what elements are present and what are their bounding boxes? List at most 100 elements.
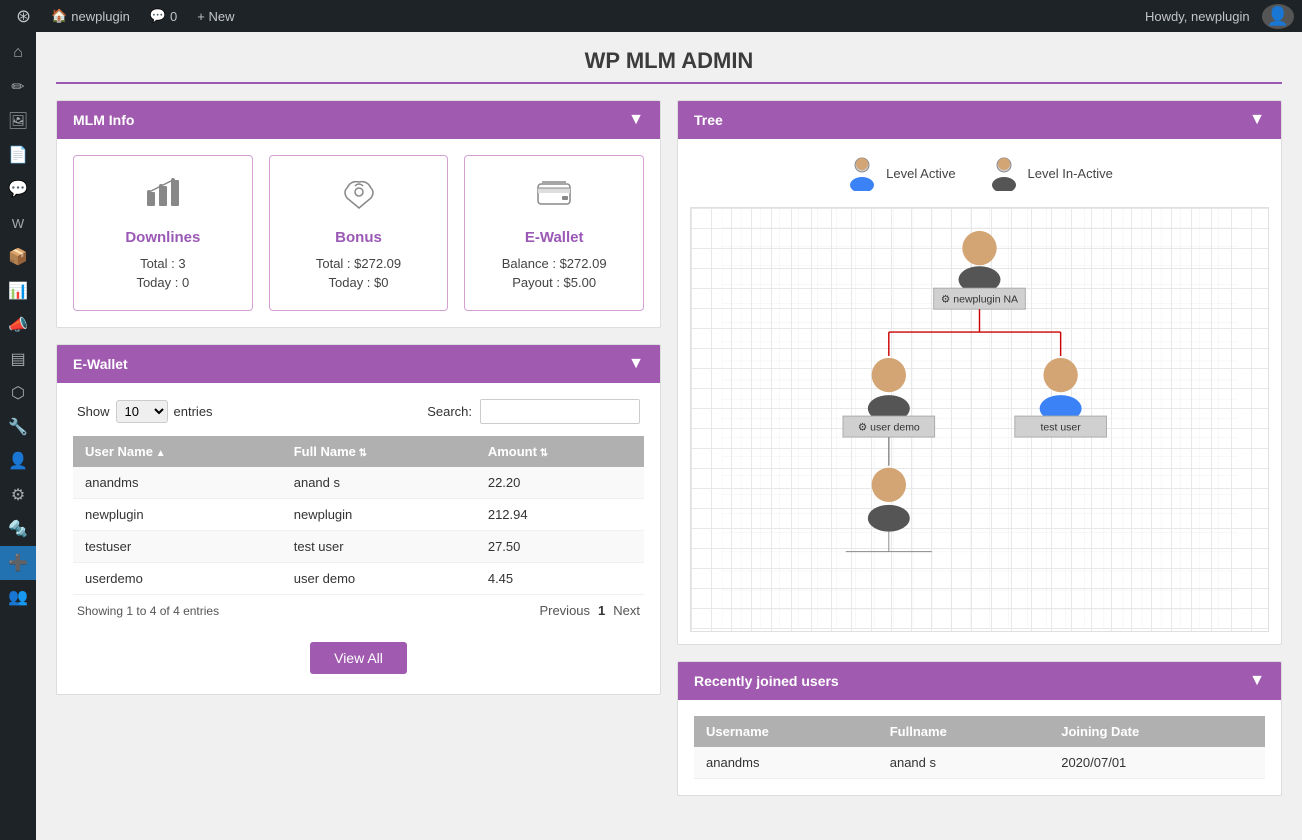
ewallet-payout: Payout : $5.00 [481,275,627,290]
sidebar-item-comments[interactable]: 💬 [0,172,36,206]
recent-fullname: anand s [878,747,1049,779]
comments-icon: 💬 [150,8,166,24]
col-username[interactable]: User Name [73,436,282,467]
col-amount[interactable]: Amount [476,436,644,467]
recent-table-head: Username Fullname Joining Date [694,716,1265,747]
ewallet-panel-title: E-Wallet [73,356,128,372]
ewallet-card: E-Wallet Balance : $272.09 Payout : $5.0… [464,155,644,311]
bonus-card: Bonus Total : $272.09 Today : $0 [269,155,449,311]
admin-bar-right: Howdy, newplugin 👤 [1137,4,1294,29]
legend-active-label: Level Active [886,166,955,181]
active-person-icon [846,155,878,191]
col-username: Username [694,716,878,747]
main-content: WP MLM ADMIN MLM Info ▼ [36,32,1302,840]
page-number[interactable]: 1 [598,603,605,618]
recent-users-chevron[interactable]: ▼ [1249,672,1265,690]
sidebar-item-users2[interactable]: 👥 [0,580,36,614]
col-fullname[interactable]: Full Name [282,436,476,467]
comments-count: 0 [170,9,177,24]
table-row: userdemo user demo 4.45 [73,563,644,595]
table-header-row: User Name Full Name Amount [73,436,644,467]
svg-text:⚙ newplugin NA: ⚙ newplugin NA [941,294,1018,306]
show-label: Show [77,404,110,419]
inactive-person-icon [988,155,1020,191]
entries-label: entries [174,404,213,419]
table-body: anandms anand s 22.20 newplugin newplugi… [73,467,644,595]
sidebar-item-woocommerce[interactable]: W [0,206,36,240]
sidebar-item-pages[interactable]: 📄 [0,138,36,172]
sidebar-item-mlm[interactable]: ➕ [0,546,36,580]
new-button[interactable]: + New [189,0,242,32]
mlm-info-chevron[interactable]: ▼ [628,111,644,129]
sidebar-item-settings[interactable]: ⚙ [0,478,36,512]
downlines-total: Total : 3 [90,256,236,271]
tree-panel-title: Tree [694,112,723,128]
downlines-card: Downlines Total : 3 Today : 0 [73,155,253,311]
cell-fullname: anand s [282,467,476,499]
sidebar-item-marketing[interactable]: 📣 [0,308,36,342]
legend-inactive-label: Level In-Active [1028,166,1113,181]
cell-fullname: user demo [282,563,476,595]
legend-active: Level Active [846,155,955,191]
sidebar-item-analytics[interactable]: 📊 [0,274,36,308]
recent-header-row: Username Fullname Joining Date [694,716,1265,747]
sidebar-item-plugins[interactable]: ⬡ [0,376,36,410]
prev-button[interactable]: Previous [539,603,590,618]
ewallet-icon [481,172,627,221]
sidebar-item-custom[interactable]: 🔩 [0,512,36,546]
sidebar-item-pages2[interactable]: ▤ [0,342,36,376]
entries-select[interactable]: 10 25 50 100 [116,400,168,423]
bonus-icon [286,172,432,221]
mlm-cards-container: Downlines Total : 3 Today : 0 [57,139,660,327]
ewallet-card-title: E-Wallet [481,229,627,246]
table-row: newplugin newplugin 212.94 [73,499,644,531]
search-label: Search: [427,404,472,419]
site-icon: 🏠 [51,8,67,24]
bonus-today: Today : $0 [286,275,432,290]
search-input[interactable] [480,399,640,424]
recent-users-panel: Recently joined users ▼ Username Fullnam… [677,661,1282,796]
recent-users-table: Username Fullname Joining Date anandms a… [694,716,1265,779]
cell-username: anandms [73,467,282,499]
page-title: WP MLM ADMIN [56,48,1282,84]
new-label: + New [197,9,234,24]
ewallet-panel: E-Wallet ▼ Show 10 25 50 100 [56,344,661,695]
wp-logo-icon: ⊛ [16,6,31,27]
dashboard-grid: MLM Info ▼ [56,100,1282,796]
ewallet-table: User Name Full Name Amount anandms anand… [73,436,644,595]
table-row: testuser test user 27.50 [73,531,644,563]
recent-username: anandms [694,747,878,779]
table-row: anandms anand s 22.20 [73,467,644,499]
table-head: User Name Full Name Amount [73,436,644,467]
sidebar-item-dashboard[interactable]: ⌂ [0,36,36,70]
next-button[interactable]: Next [613,603,640,618]
sidebar-item-products[interactable]: 📦 [0,240,36,274]
view-all-button[interactable]: View All [310,642,407,674]
search-area: Search: [427,399,640,424]
comments-button[interactable]: 💬 0 [142,0,185,32]
right-column: Tree ▼ Level Active [677,100,1282,796]
sidebar-item-media[interactable]: 🖼 [0,104,36,138]
cell-fullname: newplugin [282,499,476,531]
ewallet-panel-body: Show 10 25 50 100 entries Search: [57,383,660,642]
cell-amount: 212.94 [476,499,644,531]
admin-bar: ⊛ 🏠 newplugin 💬 0 + New Howdy, newplugin… [0,0,1302,32]
sidebar-item-users[interactable]: 👤 [0,444,36,478]
cell-amount: 4.45 [476,563,644,595]
sidebar-item-posts[interactable]: ✏ [0,70,36,104]
admin-bar-left: ⊛ 🏠 newplugin 💬 0 + New [8,0,242,32]
tree-svg: ⚙ newplugin NA ⚙ user demo [691,208,1268,628]
site-name-label: newplugin [71,9,130,24]
cell-amount: 27.50 [476,531,644,563]
bonus-total: Total : $272.09 [286,256,432,271]
sidebar-item-tools[interactable]: 🔧 [0,410,36,444]
tree-chevron[interactable]: ▼ [1249,111,1265,129]
site-name-button[interactable]: 🏠 newplugin [43,0,138,32]
ewallet-chevron[interactable]: ▼ [628,355,644,373]
col-fullname: Fullname [878,716,1049,747]
pagination: Previous 1 Next [539,603,640,618]
cell-username: testuser [73,531,282,563]
wp-logo-button[interactable]: ⊛ [8,0,39,32]
wp-sidebar: ⌂ ✏ 🖼 📄 💬 W 📦 📊 📣 ▤ ⬡ 🔧 👤 ⚙ 🔩 ➕ 👥 [0,32,36,840]
showing-text: Showing 1 to 4 of 4 entries [77,604,219,618]
